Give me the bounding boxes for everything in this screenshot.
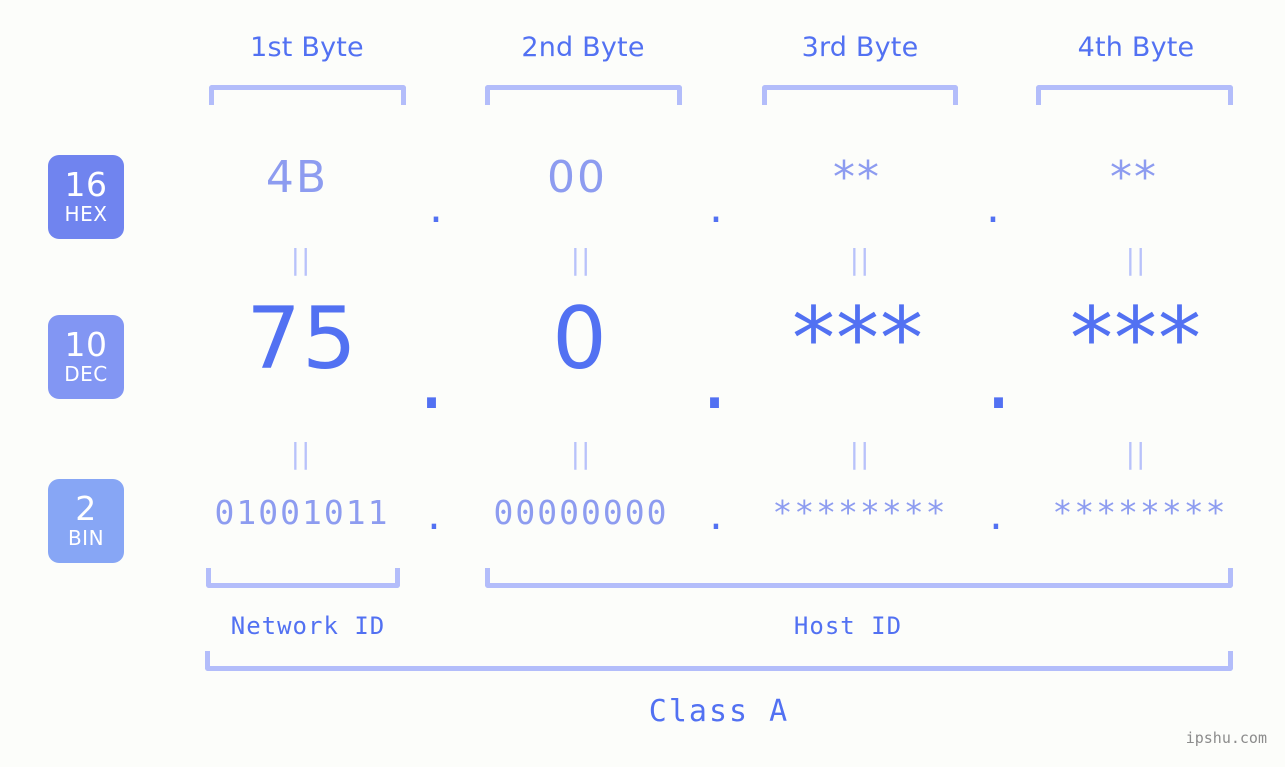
host-id-bracket bbox=[485, 568, 1233, 588]
byte-header-3: 3rd Byte bbox=[801, 32, 919, 63]
equals-connector-hex-dec-3: || bbox=[849, 243, 871, 276]
radix-badge-bin-label: BIN bbox=[67, 526, 105, 551]
dec-separator-1: . bbox=[417, 329, 447, 429]
class-label: Class A bbox=[648, 694, 790, 729]
hex-separator-2: . bbox=[709, 182, 725, 233]
bin-separator-2: . bbox=[705, 497, 729, 538]
byte-bracket-3 bbox=[762, 85, 958, 105]
hex-byte-2-value: 00 bbox=[547, 152, 607, 203]
radix-badge-dec-label: DEC bbox=[64, 362, 108, 387]
bin-byte-1-value: 01001011 bbox=[214, 493, 390, 532]
radix-badge-dec: 10 DEC bbox=[48, 315, 124, 399]
radix-badge-hex-label: HEX bbox=[64, 202, 108, 227]
byte-bracket-1 bbox=[209, 85, 406, 105]
equals-connector-dec-bin-2: || bbox=[570, 437, 592, 470]
dec-separator-2: . bbox=[700, 329, 730, 429]
dec-byte-4-value: *** bbox=[1070, 289, 1202, 389]
equals-connector-dec-bin-1: || bbox=[290, 437, 312, 470]
dec-byte-3-value: *** bbox=[792, 289, 924, 389]
hex-byte-1-value: 4B bbox=[265, 152, 329, 203]
hex-byte-3-value: ** bbox=[833, 152, 881, 203]
dec-byte-1-value: 75 bbox=[246, 289, 358, 389]
equals-connector-dec-bin-3: || bbox=[849, 437, 871, 470]
radix-badge-bin-number: 2 bbox=[75, 488, 97, 528]
radix-badge-hex: 16 HEX bbox=[48, 155, 124, 239]
bin-separator-1: . bbox=[423, 497, 447, 538]
dec-separator-3: . bbox=[984, 329, 1014, 429]
equals-connector-hex-dec-1: || bbox=[290, 243, 312, 276]
byte-header-4: 4th Byte bbox=[1077, 32, 1195, 63]
site-watermark: ipshu.com bbox=[1185, 729, 1267, 747]
hex-separator-1: . bbox=[429, 182, 445, 233]
byte-bracket-2 bbox=[485, 85, 682, 105]
equals-connector-dec-bin-4: || bbox=[1125, 437, 1147, 470]
bin-byte-2-value: 00000000 bbox=[493, 493, 669, 532]
bin-separator-3: . bbox=[985, 497, 1009, 538]
bin-byte-4-value: ******** bbox=[1052, 493, 1228, 532]
byte-header-2: 2nd Byte bbox=[521, 32, 645, 63]
byte-bracket-4 bbox=[1036, 85, 1233, 105]
hex-separator-3: . bbox=[986, 182, 1002, 233]
host-id-label: Host ID bbox=[793, 612, 903, 640]
hex-byte-4-value: ** bbox=[1110, 152, 1158, 203]
ip-byte-breakdown-diagram: 1st Byte 2nd Byte 3rd Byte 4th Byte 16 H… bbox=[0, 0, 1285, 767]
equals-connector-hex-dec-4: || bbox=[1125, 243, 1147, 276]
network-id-bracket bbox=[206, 568, 400, 588]
bin-byte-3-value: ******** bbox=[772, 493, 948, 532]
class-bracket bbox=[205, 651, 1233, 671]
radix-badge-bin: 2 BIN bbox=[48, 479, 124, 563]
radix-badge-hex-number: 16 bbox=[64, 164, 108, 204]
equals-connector-hex-dec-2: || bbox=[570, 243, 592, 276]
radix-badge-dec-number: 10 bbox=[64, 324, 108, 364]
network-id-label: Network ID bbox=[230, 612, 386, 640]
dec-byte-2-value: 0 bbox=[552, 289, 608, 389]
byte-header-1: 1st Byte bbox=[250, 32, 364, 63]
